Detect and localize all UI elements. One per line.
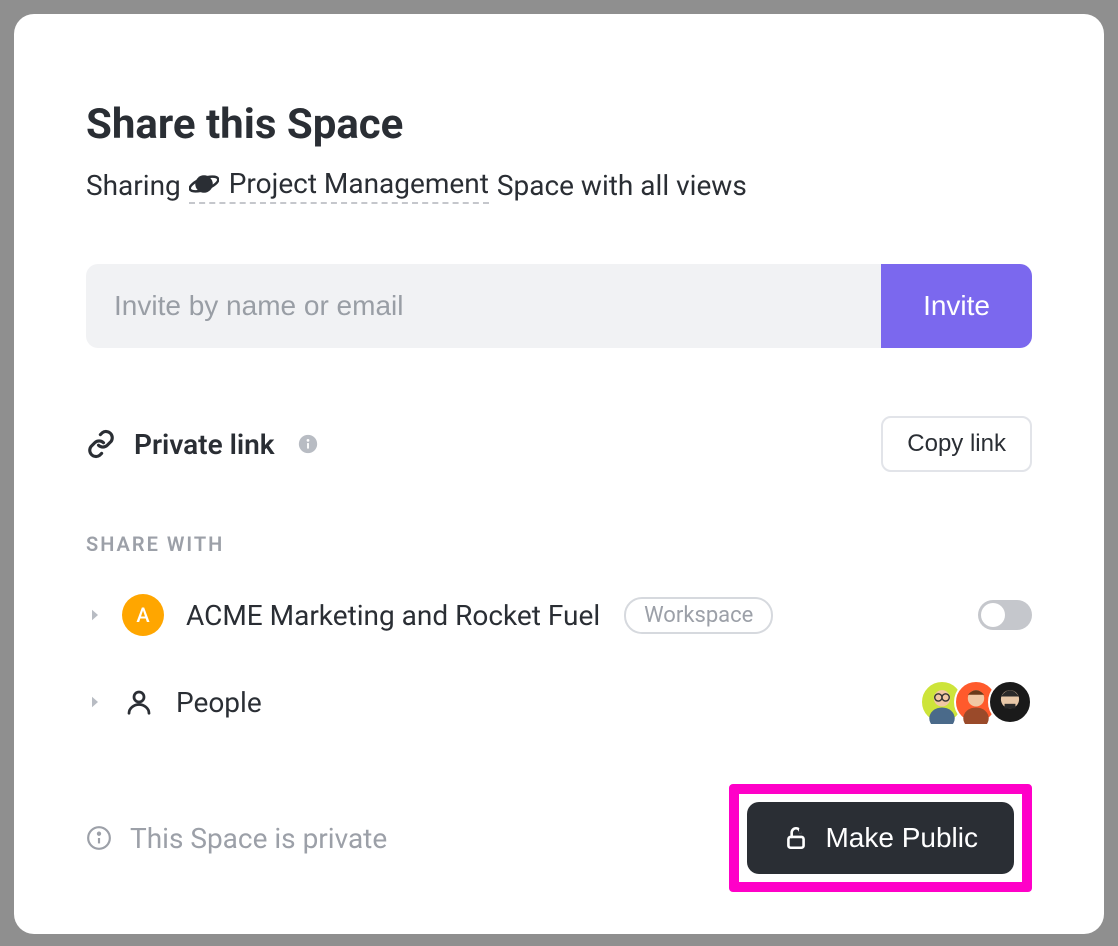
link-icon — [86, 429, 116, 459]
workspace-toggle[interactable] — [978, 600, 1032, 630]
share-modal: Share this Space Sharing Project Managem… — [14, 14, 1104, 934]
footer-left: This Space is private — [86, 822, 387, 855]
highlight-annotation: Make Public — [729, 784, 1032, 892]
footer-row: This Space is private Make Public — [86, 784, 1032, 892]
info-icon — [86, 825, 112, 851]
copy-link-button[interactable]: Copy link — [881, 416, 1032, 472]
make-public-label: Make Public — [825, 822, 978, 854]
people-row-left: People — [86, 686, 262, 719]
invite-button[interactable]: Invite — [881, 264, 1032, 348]
space-name-link[interactable]: Project Management — [189, 167, 489, 204]
chevron-right-icon[interactable] — [86, 693, 104, 711]
toggle-knob — [981, 603, 1005, 627]
info-icon[interactable] — [297, 433, 319, 455]
private-status-text: This Space is private — [130, 822, 387, 855]
avatar-stack[interactable] — [920, 680, 1032, 724]
private-link-row: Private link Copy link — [86, 416, 1032, 472]
workspace-row-left: A ACME Marketing and Rocket Fuel Workspa… — [86, 594, 773, 636]
subtitle-prefix: Sharing — [86, 169, 181, 202]
invite-row: Invite — [86, 264, 1032, 348]
invite-input[interactable] — [86, 264, 881, 348]
unlock-icon — [783, 825, 809, 851]
people-row: People — [86, 680, 1032, 724]
workspace-name: ACME Marketing and Rocket Fuel — [186, 599, 600, 632]
workspace-badge: Workspace — [624, 597, 773, 634]
share-with-label: SHARE WITH — [86, 532, 1032, 556]
private-link-left: Private link — [86, 428, 319, 461]
chevron-right-icon[interactable] — [86, 606, 104, 624]
people-label: People — [176, 686, 262, 719]
space-name-text: Project Management — [229, 167, 489, 200]
person-icon — [124, 687, 154, 717]
workspace-row: A ACME Marketing and Rocket Fuel Workspa… — [86, 594, 1032, 636]
modal-title: Share this Space — [86, 100, 1032, 149]
make-public-button[interactable]: Make Public — [747, 802, 1014, 874]
avatar — [988, 680, 1032, 724]
modal-subtitle: Sharing Project Management Space with al… — [86, 167, 1032, 204]
planet-icon — [189, 169, 219, 199]
subtitle-suffix: Space with all views — [497, 169, 747, 202]
private-link-label: Private link — [134, 428, 275, 461]
workspace-avatar: A — [122, 594, 164, 636]
workspace-avatar-letter: A — [136, 603, 149, 627]
